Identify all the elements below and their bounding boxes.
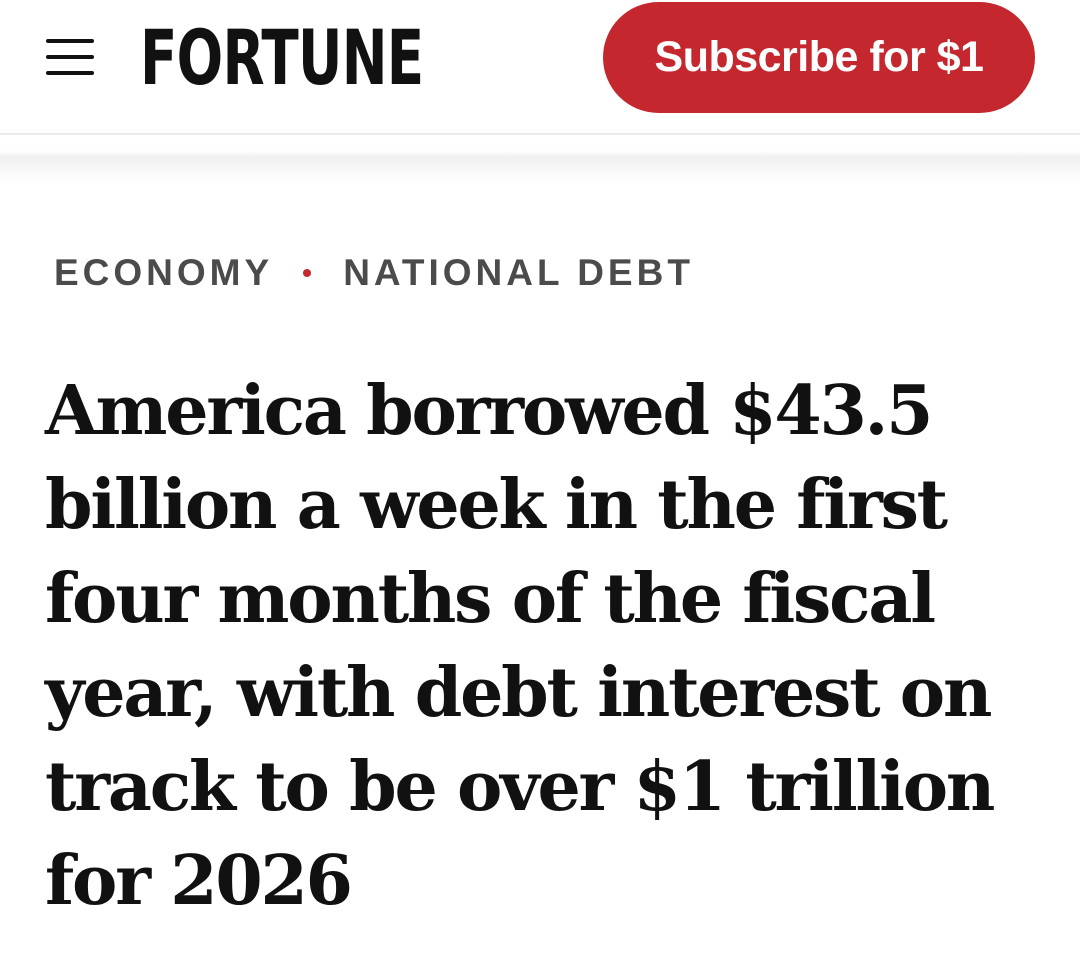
article-page: FORTUNE Subscribe for $1 ECONOMY NATIONA… bbox=[0, 0, 1080, 965]
fortune-logo[interactable]: FORTUNE bbox=[140, 14, 424, 102]
menu-bar bbox=[46, 55, 94, 59]
hamburger-menu-icon[interactable] bbox=[44, 37, 96, 79]
header-shadow bbox=[0, 135, 1080, 185]
site-header: FORTUNE Subscribe for $1 bbox=[0, 0, 1080, 135]
breadcrumb: ECONOMY NATIONAL DEBT bbox=[54, 252, 694, 294]
article-headline: America borrowed $43.5 billion a week in… bbox=[45, 371, 995, 921]
breadcrumb-item-economy[interactable]: ECONOMY bbox=[54, 252, 273, 294]
subscribe-button[interactable]: Subscribe for $1 bbox=[603, 2, 1035, 113]
breadcrumb-item-national-debt[interactable]: NATIONAL DEBT bbox=[343, 252, 694, 294]
breadcrumb-separator-dot bbox=[303, 269, 312, 277]
menu-bar bbox=[46, 71, 94, 75]
menu-bar bbox=[46, 39, 94, 43]
